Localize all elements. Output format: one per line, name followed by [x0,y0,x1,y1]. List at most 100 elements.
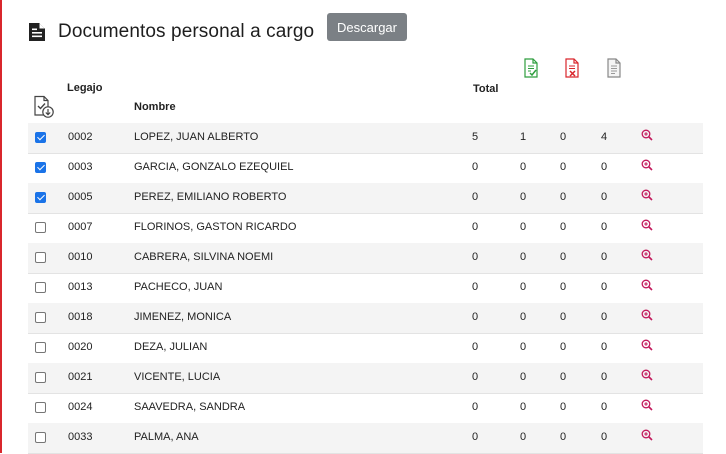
row-rejected-count: 0 [560,221,567,233]
column-header-total: Total [473,83,499,95]
row-nombre: DEZA, JULIAN [134,341,208,353]
row-nombre: CABRERA, SILVINA NOEMI [134,251,274,263]
table-row: 0021 VICENTE, LUCIA 0 0 0 0 [28,363,703,394]
table-row: 0013 PACHECO, JUAN 0 0 0 0 [28,273,703,304]
row-pending-count: 0 [601,341,608,353]
row-legajo: 0005 [68,191,93,203]
row-total: 0 [472,191,479,203]
row-pending-count: 0 [601,161,608,173]
row-pending-count: 4 [601,131,608,143]
row-rejected-count: 0 [560,341,567,353]
row-pending-count: 0 [601,221,608,233]
table-row: 0003 GARCIA, GONZALO EZEQUIEL 0 0 0 0 [28,153,703,184]
zoom-in-icon[interactable] [641,339,653,354]
row-total: 0 [472,311,479,323]
row-rejected-count: 0 [560,191,567,203]
row-nombre: JIMENEZ, MONICA [134,311,232,323]
row-legajo: 0010 [68,251,93,263]
page-header: Documentos personal a cargo [28,16,314,48]
table-row: 0033 PALMA, ANA 0 0 0 0 [28,423,703,454]
row-nombre: GARCIA, GONZALO EZEQUIEL [134,161,294,173]
table-row: 0010 CABRERA, SILVINA NOEMI 0 0 0 0 [28,243,703,274]
row-checkbox[interactable] [35,282,46,293]
row-nombre: LOPEZ, JUAN ALBERTO [134,131,259,143]
document-list-icon [29,23,45,41]
row-signed-count: 0 [520,341,527,353]
left-accent-bar [0,0,2,453]
row-checkbox[interactable] [35,312,46,323]
row-checkbox[interactable] [35,192,46,203]
document-rejected-icon [565,58,579,78]
row-checkbox[interactable] [35,162,46,173]
download-button[interactable]: Descargar [327,13,407,41]
row-signed-count: 0 [520,191,527,203]
row-rejected-count: 0 [560,251,567,263]
row-rejected-count: 0 [560,161,567,173]
document-signed-icon [524,58,538,78]
row-checkbox[interactable] [35,432,46,443]
zoom-in-icon[interactable] [641,219,653,234]
row-legajo: 0003 [68,161,93,173]
table-row: 0002 LOPEZ, JUAN ALBERTO 5 1 0 4 [28,123,703,154]
zoom-in-icon[interactable] [641,159,653,174]
row-total: 5 [472,131,479,143]
table-row: 0007 FLORINOS, GASTON RICARDO 0 0 0 0 [28,213,703,244]
row-nombre: PALMA, ANA [134,431,199,443]
zoom-in-icon[interactable] [641,429,653,444]
row-nombre: FLORINOS, GASTON RICARDO [134,221,297,233]
row-nombre: PEREZ, EMILIANO ROBERTO [134,191,287,203]
row-checkbox[interactable] [35,342,46,353]
row-checkbox[interactable] [35,372,46,383]
row-signed-count: 0 [520,161,527,173]
row-checkbox[interactable] [35,402,46,413]
row-signed-count: 0 [520,431,527,443]
row-rejected-count: 0 [560,401,567,413]
row-pending-count: 0 [601,191,608,203]
row-total: 0 [472,221,479,233]
row-legajo: 0018 [68,311,93,323]
row-nombre: SAAVEDRA, SANDRA [134,401,246,413]
row-nombre: PACHECO, JUAN [134,281,223,293]
row-nombre: VICENTE, LUCIA [134,371,221,383]
row-legajo: 0013 [68,281,93,293]
row-legajo: 0024 [68,401,93,413]
row-checkbox[interactable] [35,222,46,233]
zoom-in-icon[interactable] [641,129,653,144]
row-signed-count: 1 [520,131,527,143]
document-download-icon[interactable] [33,95,55,119]
row-total: 0 [472,251,479,263]
row-rejected-count: 0 [560,431,567,443]
row-total: 0 [472,401,479,413]
row-rejected-count: 0 [560,371,567,383]
row-rejected-count: 0 [560,311,567,323]
row-total: 0 [472,341,479,353]
zoom-in-icon[interactable] [641,249,653,264]
table-row: 0018 JIMENEZ, MONICA 0 0 0 0 [28,303,703,334]
row-rejected-count: 0 [560,281,567,293]
row-pending-count: 0 [601,401,608,413]
page-title: Documentos personal a cargo [58,21,315,42]
row-signed-count: 0 [520,251,527,263]
row-pending-count: 0 [601,281,608,293]
row-signed-count: 0 [520,221,527,233]
row-total: 0 [472,431,479,443]
table-row: 0024 SAAVEDRA, SANDRA 0 0 0 0 [28,393,703,424]
row-signed-count: 0 [520,281,527,293]
row-pending-count: 0 [601,251,608,263]
zoom-in-icon[interactable] [641,279,653,294]
zoom-in-icon[interactable] [641,399,653,414]
document-pending-icon [607,58,621,78]
column-header-nombre: Nombre [134,101,176,113]
zoom-in-icon[interactable] [641,309,653,324]
zoom-in-icon[interactable] [641,369,653,384]
row-total: 0 [472,371,479,383]
row-checkbox[interactable] [35,132,46,143]
row-checkbox[interactable] [35,252,46,263]
row-signed-count: 0 [520,371,527,383]
row-pending-count: 0 [601,311,608,323]
row-legajo: 0020 [68,341,93,353]
row-legajo: 0033 [68,431,93,443]
row-signed-count: 0 [520,401,527,413]
zoom-in-icon[interactable] [641,189,653,204]
row-total: 0 [472,161,479,173]
